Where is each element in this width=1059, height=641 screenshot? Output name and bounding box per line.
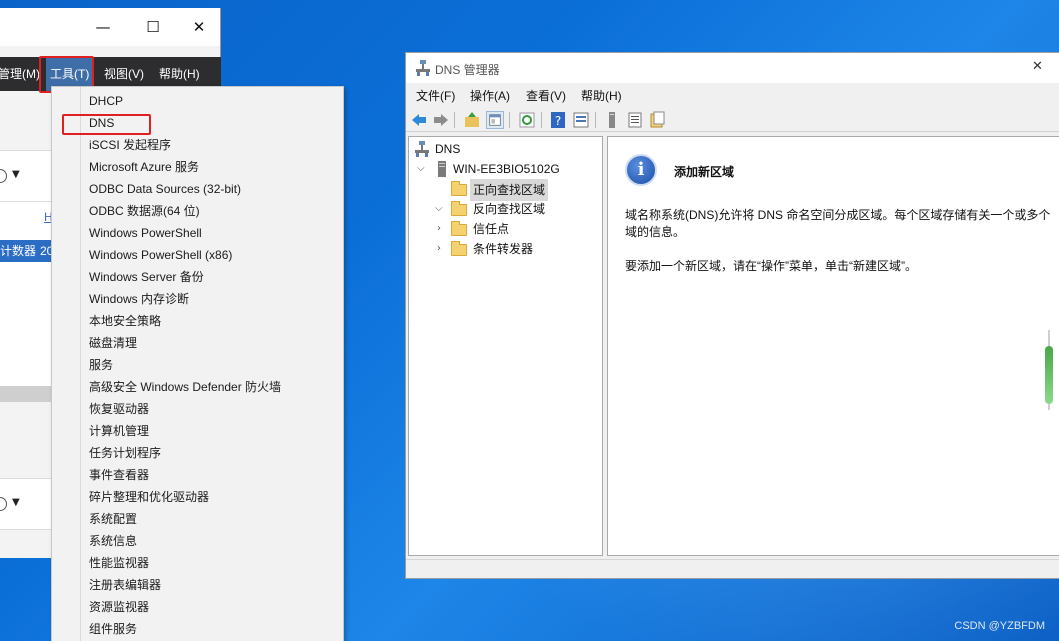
server-icon[interactable] <box>603 111 621 129</box>
help-icon[interactable]: ? <box>549 111 567 129</box>
tree-item-label: 条件转发器 <box>473 242 534 256</box>
export-icon[interactable] <box>648 111 666 129</box>
tree-server-node[interactable]: ⌵ WIN-EE3BIO5102G <box>415 159 600 179</box>
forward-icon[interactable] <box>432 111 450 129</box>
tools-menu-item[interactable]: iSCSI 发起程序 <box>89 134 171 156</box>
tree-item-label: 正向查找区域 <box>470 179 549 201</box>
dns-window-title: DNS 管理器 <box>435 63 500 77</box>
content-paragraph-1-line-1: 域名称系统(DNS)允许将 DNS 命名空间分成区域。每个区域存储有关一个或多个 <box>625 208 1051 222</box>
tools-menu-item[interactable]: Windows 内存诊断 <box>89 288 189 310</box>
tools-menu-item[interactable]: 计算机管理 <box>89 420 149 442</box>
chevron-right-icon[interactable]: › <box>437 224 447 234</box>
tree-server-label: WIN-EE3BIO5102G <box>453 162 560 176</box>
dns-menu-help[interactable]: 帮助(H) <box>581 87 622 104</box>
dns-close-button[interactable]: ✕ <box>1032 59 1043 74</box>
dns-titlebar: DNS 管理器 ✕ <box>406 53 1059 83</box>
status-bar <box>406 559 1059 579</box>
tools-menu-item[interactable]: 资源监视器 <box>89 596 149 618</box>
dns-manager-window: DNS 管理器 ✕ 文件(F) 操作(A) 查看(V) 帮助(H) ? DNS <box>405 52 1059 579</box>
tools-menu-item[interactable]: 磁盘清理 <box>89 332 137 354</box>
menu-gutter-separator <box>80 87 81 641</box>
tools-menu-item[interactable]: 碎片整理和优化驱动器 <box>89 486 209 508</box>
properties-icon[interactable] <box>572 111 590 129</box>
radio-indicator-icon <box>0 169 7 183</box>
toolbar-separator <box>541 112 542 128</box>
back-icon[interactable] <box>410 111 428 129</box>
dns-root-icon <box>415 141 429 157</box>
dns-menubar: 文件(F) 操作(A) 查看(V) 帮助(H) <box>406 85 1059 105</box>
tools-menu-item[interactable]: 事件查看器 <box>89 464 149 486</box>
tree-root-label: DNS <box>435 142 461 156</box>
dropdown-arrow-icon[interactable]: ▼ <box>12 497 20 508</box>
watermark-text: CSDN @YZBFDM <box>954 620 1045 632</box>
minimize-button[interactable]: — <box>88 16 118 38</box>
tools-menu-item[interactable]: 恢复驱动器 <box>89 398 149 420</box>
tools-menu-item[interactable]: Microsoft Azure 服务 <box>89 156 199 178</box>
show-hide-tree-icon[interactable] <box>486 111 504 129</box>
folder-icon <box>451 181 467 196</box>
tools-menu-item[interactable]: Windows PowerShell (x86) <box>89 244 232 266</box>
toolbar-separator <box>509 112 510 128</box>
dns-highlight-box <box>62 114 151 135</box>
scrollbar-thumb[interactable] <box>1045 346 1053 404</box>
tools-menu-item[interactable]: 系统信息 <box>89 530 137 552</box>
tools-menu-item[interactable]: 高级安全 Windows Defender 防火墙 <box>89 376 281 398</box>
tools-menu-item[interactable]: Windows Server 备份 <box>89 266 204 288</box>
server-manager-titlebar: — ☐ ✕ <box>0 8 220 46</box>
tools-menu-item[interactable]: 性能监视器 <box>89 552 149 574</box>
server-icon <box>438 161 446 177</box>
chevron-down-icon[interactable]: ⌵ <box>417 164 427 174</box>
dns-menu-file[interactable]: 文件(F) <box>416 87 455 104</box>
tools-menu-item[interactable]: ODBC 数据源(64 位) <box>89 200 200 222</box>
folder-icon <box>451 241 467 256</box>
radio-indicator-icon <box>0 497 7 511</box>
chevron-right-icon[interactable]: › <box>437 244 447 254</box>
tools-menu-item[interactable]: 系统配置 <box>89 508 137 530</box>
dns-toolbar: ? <box>406 108 1059 132</box>
svg-text:?: ? <box>555 114 561 128</box>
tree-item-label: 反向查找区域 <box>473 202 546 216</box>
maximize-button[interactable]: ☐ <box>138 16 168 38</box>
tools-menu-item[interactable]: 服务 <box>89 354 113 376</box>
tools-menu-item[interactable]: Windows PowerShell <box>89 222 202 244</box>
close-button[interactable]: ✕ <box>184 16 214 38</box>
tools-dropdown-menu: DHCP DNS iSCSI 发起程序 Microsoft Azure 服务 ODBC … <box>51 86 344 641</box>
tools-menu-item[interactable]: 注册表编辑器 <box>89 574 161 596</box>
content-paragraph-2: 要添加一个新区域，请在“操作”菜单，单击“新建区域”。 <box>625 259 917 273</box>
info-icon: i <box>625 154 657 186</box>
tree-item-label: 信任点 <box>473 222 510 236</box>
sm-row-text: 计数器 <box>0 244 37 258</box>
chevron-down-icon[interactable]: ⌵ <box>435 204 445 214</box>
refresh-icon[interactable] <box>518 111 536 129</box>
list-icon[interactable] <box>626 111 644 129</box>
menu-manage[interactable]: 管理(M) <box>0 57 40 91</box>
tools-menu-item[interactable]: DHCP <box>89 90 123 112</box>
up-folder-icon[interactable] <box>463 111 481 129</box>
tools-menu-item[interactable]: 本地安全策略 <box>89 310 161 332</box>
tools-menu-item[interactable]: 任务计划程序 <box>89 442 161 464</box>
dns-menu-view[interactable]: 查看(V) <box>526 87 566 104</box>
toolbar-separator <box>454 112 455 128</box>
tools-menu-item[interactable]: 组件服务 <box>89 618 137 640</box>
tools-menu-item[interactable]: ODBC Data Sources (32-bit) <box>89 178 241 200</box>
dns-menu-action[interactable]: 操作(A) <box>470 87 510 104</box>
console-tree-pane: DNS ⌵ WIN-EE3BIO5102G 正向查找区域 ⌵ 反向查找区域 › … <box>408 136 603 556</box>
details-pane: i 添加新区域 域名称系统(DNS)允许将 DNS 命名空间分成区域。每个区域存… <box>607 136 1059 556</box>
dns-app-icon <box>416 60 430 76</box>
folder-icon <box>451 221 467 236</box>
content-paragraph-1-line-2: 域的信息。 <box>625 225 686 239</box>
toolbar-separator <box>595 112 596 128</box>
content-heading: 添加新区域 <box>674 165 735 179</box>
folder-icon <box>451 201 467 216</box>
dropdown-arrow-icon[interactable]: ▼ <box>12 169 20 180</box>
